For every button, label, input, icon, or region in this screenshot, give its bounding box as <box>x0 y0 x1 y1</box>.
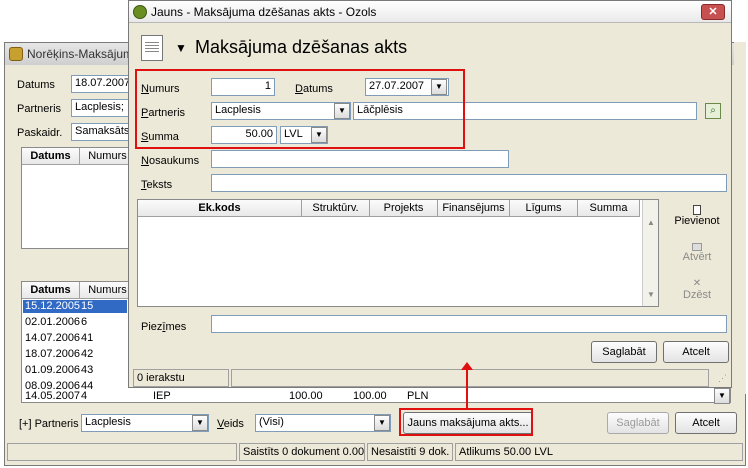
bg-filter-partner-field[interactable]: Lacplesis <box>81 414 209 432</box>
scroll-down-icon[interactable]: ▼ <box>643 290 659 304</box>
table-row[interactable]: 14.07.2006 41 <box>23 332 127 345</box>
name-field[interactable] <box>211 150 509 168</box>
table-row[interactable]: 02.01.2006 6 <box>23 316 127 329</box>
document-icon <box>141 35 163 61</box>
items-table[interactable]: Ek.kods Struktūrv. Projekts Finansējums … <box>137 199 659 307</box>
fg-window-title: Jauns - Maksājuma dzēšanas akts - Ozols <box>151 5 377 19</box>
page-title: Maksājuma dzēšanas akts <box>195 37 408 57</box>
bg-explanation-field[interactable]: Samaksāts <box>71 123 133 141</box>
open-button[interactable]: Atvērt <box>667 243 727 273</box>
delete-button[interactable]: ✕ Dzēst <box>667 279 727 309</box>
fg-window: Jauns - Maksājuma dzēšanas akts - Ozols … <box>128 0 732 388</box>
triangle-down-icon[interactable]: ▼ <box>175 41 187 55</box>
folder-open-icon <box>692 243 702 251</box>
col-header-date[interactable]: Datums <box>22 148 80 165</box>
bg-window-title: Norēķins-Maksājum <box>27 47 134 61</box>
bg-cancel-button[interactable]: Atcelt <box>675 412 737 434</box>
bg-status-unlinked: Nesaistīti 9 dok. <box>367 443 453 461</box>
bg-status-linked: Saistīts 0 dokument 0.00 LVL <box>239 443 365 461</box>
col-header-ek-kods[interactable]: Ek.kods <box>138 200 302 217</box>
col-header-finansejums[interactable]: Finansējums <box>438 200 510 217</box>
delete-icon: ✕ <box>692 278 702 289</box>
annotation-arrow-head <box>461 362 473 370</box>
table-scrollbar[interactable]: ▲ ▼ <box>642 200 658 306</box>
bg-status-remaining: Atlikums 50.00 LVL <box>455 443 743 461</box>
col-header-struktv[interactable]: Struktūrv. <box>302 200 370 217</box>
new-document-icon <box>693 205 701 215</box>
table-row[interactable]: 15.12.2005 15 <box>23 300 127 313</box>
col-header-projekts[interactable]: Projekts <box>370 200 438 217</box>
table-row[interactable]: 14.05.2007 4 IEP 100.00 100.00 PLN <box>23 390 713 403</box>
bg-date-label: Datums <box>17 79 55 91</box>
bg-filter-type-field[interactable]: (Visi) <box>255 414 391 432</box>
col-header-summa[interactable]: Summa <box>578 200 640 217</box>
text-label: Teksts <box>141 179 173 191</box>
bg-top-table[interactable]: Datums Numurs <box>21 147 136 249</box>
annotation-arrow <box>466 368 468 408</box>
resize-grip-icon[interactable]: ⋰ <box>713 373 727 385</box>
chevron-down-icon[interactable]: ▼ <box>374 415 390 431</box>
bg-partner-label: Partneris <box>17 103 62 115</box>
highlight-main-fields <box>135 69 465 149</box>
app-icon <box>9 47 23 61</box>
highlight-new-act-button <box>399 408 533 436</box>
fg-titlebar: Jauns - Maksājuma dzēšanas akts - Ozols … <box>129 1 731 23</box>
bg-filter-partner-label: [+] Partneris <box>19 418 79 430</box>
partner-lookup-icon[interactable]: ⌕ <box>705 103 721 119</box>
bg-row-dropdown[interactable]: ▼ <box>714 388 730 404</box>
bg-explanation-label: Paskaidr. <box>17 127 63 139</box>
bg-partner-field[interactable]: Lacplesis; <box>71 99 133 117</box>
bg-save-button[interactable]: Saglabāt <box>607 412 669 434</box>
bg-filter-type-label: V(Visi)eids <box>217 418 244 430</box>
col-header-ligums[interactable]: Līgums <box>510 200 578 217</box>
name-label: Nosaukums <box>141 155 200 167</box>
bg-window-right-edge <box>734 42 746 394</box>
save-button[interactable]: Saglabāt <box>591 341 657 363</box>
text-field[interactable] <box>211 174 727 192</box>
fg-status-blank <box>231 369 709 387</box>
notes-label: Piezīmes <box>141 321 187 333</box>
app-icon <box>133 5 147 19</box>
bg-date-field[interactable]: 18.07.2007 <box>71 75 133 93</box>
chevron-down-icon[interactable]: ▼ <box>192 415 208 431</box>
col-header-date[interactable]: Datums <box>22 282 80 299</box>
notes-field[interactable] <box>211 315 727 333</box>
bg-status-blank <box>7 443 237 461</box>
fg-status-count: 0 ierakstu <box>133 369 229 387</box>
table-row[interactable]: 18.07.2006 42 <box>23 348 127 361</box>
cancel-button[interactable]: Atcelt <box>663 341 729 363</box>
add-button[interactable]: Pievienot <box>667 205 727 235</box>
table-row[interactable]: 01.09.2006 43 <box>23 364 127 377</box>
close-button[interactable]: ✕ <box>701 4 725 20</box>
scroll-up-icon[interactable]: ▲ <box>643 218 659 232</box>
